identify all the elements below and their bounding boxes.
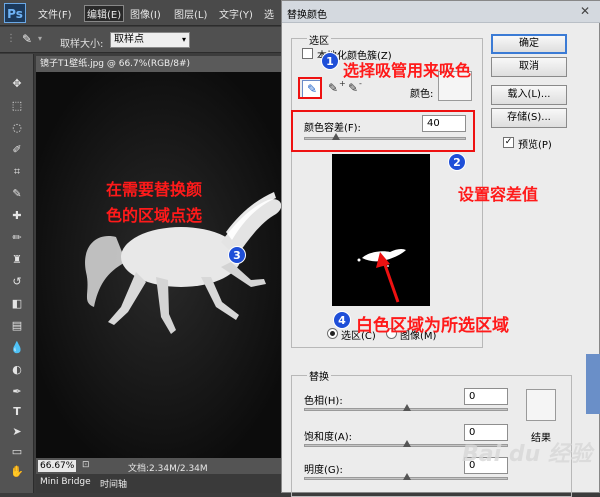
- lightness-slider-thumb[interactable]: [403, 473, 411, 480]
- menu-type[interactable]: 文字(Y): [219, 6, 253, 21]
- panel-scrollbar[interactable]: [586, 354, 600, 414]
- arrow-up-icon: [376, 252, 400, 303]
- bottom-panel-tabs: Mini Bridge 时间轴: [36, 474, 286, 493]
- color-label: 颜色:: [410, 89, 434, 100]
- tab-mini-bridge[interactable]: Mini Bridge: [40, 477, 91, 487]
- horse-image: [85, 192, 282, 334]
- menu-layer[interactable]: 图层(L): [174, 6, 207, 21]
- healing-tool-icon[interactable]: ✚: [8, 208, 26, 224]
- eyedropper-highlight-box: [298, 77, 322, 99]
- saturation-label: 饱和度(A):: [304, 432, 353, 443]
- result-swatch[interactable]: [526, 389, 556, 421]
- cancel-button[interactable]: 取消: [491, 57, 567, 77]
- history-brush-tool-icon[interactable]: ↺: [8, 274, 26, 290]
- type-tool-icon[interactable]: T: [8, 404, 26, 420]
- path-select-tool-icon[interactable]: ➤: [8, 424, 26, 440]
- hue-label: 色相(H):: [304, 396, 343, 407]
- watermark-text: Bai du 经验: [462, 442, 592, 467]
- chevron-down-icon: ▾: [181, 35, 186, 44]
- sample-size-label: 取样大小:: [60, 39, 104, 50]
- preview-checkbox[interactable]: ✓: [503, 137, 514, 148]
- step2-annotation: 设置容差值: [458, 185, 539, 204]
- grip-icon: ⋮: [6, 33, 16, 44]
- move-tool-icon[interactable]: ✥: [8, 76, 26, 92]
- radio-selected-dot: [330, 331, 335, 336]
- menu-image[interactable]: 图像(I): [130, 6, 161, 21]
- dialog-titlebar[interactable]: 替换颜色 ✕: [282, 1, 600, 23]
- close-icon[interactable]: ✕: [574, 3, 596, 20]
- marquee-tool-icon[interactable]: ⬚: [8, 98, 26, 114]
- hue-input[interactable]: 0: [464, 388, 508, 405]
- pen-tool-icon[interactable]: ✒: [8, 384, 26, 400]
- eyedropper-tool-icon[interactable]: ✎: [22, 32, 32, 46]
- brush-tool-icon[interactable]: ✏: [8, 230, 26, 246]
- menu-file[interactable]: 文件(F): [38, 6, 72, 21]
- lightness-label: 明度(G):: [304, 465, 343, 476]
- step2-badge: 2: [448, 153, 466, 171]
- localized-clusters-checkbox[interactable]: [302, 48, 313, 59]
- menu-edit[interactable]: 编辑(E): [84, 5, 125, 22]
- eyedropper-plus-icon[interactable]: ✎: [328, 81, 338, 95]
- crop-tool-icon[interactable]: ⌗: [8, 164, 26, 180]
- document-tab[interactable]: 镜子T1壁纸.jpg @ 66.7%(RGB/8#): [36, 56, 286, 72]
- image-canvas[interactable]: [36, 72, 286, 458]
- preview-label: 预览(P): [518, 140, 552, 151]
- saturation-slider-thumb[interactable]: [403, 440, 411, 447]
- lasso-tool-icon[interactable]: ◌: [8, 120, 26, 136]
- hue-slider-thumb[interactable]: [403, 404, 411, 411]
- step4-annotation: 白色区域为所选区域: [356, 316, 509, 336]
- replacement-group-label: 替换: [307, 368, 331, 383]
- selection-group-label: 选区: [307, 32, 331, 47]
- options-bar: ⋮ ✎ ▾ 取样大小: 取样点 ▾: [0, 27, 290, 53]
- blur-tool-icon[interactable]: 💧: [8, 340, 26, 356]
- dodge-tool-icon[interactable]: ◐: [8, 362, 26, 378]
- clone-stamp-tool-icon[interactable]: ♜: [8, 252, 26, 268]
- gradient-tool-icon[interactable]: ▤: [8, 318, 26, 334]
- radio-selection[interactable]: [327, 328, 338, 339]
- zoom-field[interactable]: 66.67%: [38, 460, 76, 472]
- baidu-watermark: Bai du 经验: [462, 436, 592, 480]
- tools-panel: ✥ ⬚ ◌ ✐ ⌗ ✎ ✚ ✏ ♜ ↺ ◧ ▤ 💧 ◐ ✒ T ➤ ▭ ✋: [0, 54, 34, 493]
- tab-timeline[interactable]: 时间轴: [100, 477, 127, 490]
- step3-annotation-line2: 色的区域点选: [106, 206, 203, 225]
- document-size-info: 文档:2.34M/2.34M: [128, 464, 208, 474]
- step1-badge: 1: [321, 52, 339, 70]
- quick-select-tool-icon[interactable]: ✐: [8, 142, 26, 158]
- ok-button[interactable]: 确定: [491, 34, 567, 54]
- hand-tool-icon[interactable]: ✋: [8, 464, 26, 480]
- shape-tool-icon[interactable]: ▭: [8, 444, 26, 460]
- fuzziness-highlight-box: [291, 110, 475, 152]
- sample-size-select[interactable]: 取样点 ▾: [110, 32, 190, 48]
- eyedropper-minus-icon[interactable]: ✎: [348, 81, 358, 95]
- document-title: 镜子T1壁纸.jpg @ 66.7%(RGB/8#): [40, 59, 191, 69]
- photoshop-logo: Ps: [4, 3, 26, 23]
- dialog-title: 替换颜色: [287, 10, 327, 21]
- step3-badge: 3: [228, 246, 246, 264]
- step4-badge: 4: [333, 311, 351, 329]
- eyedropper-tool-icon[interactable]: ✎: [8, 186, 26, 202]
- menu-select[interactable]: 选: [264, 6, 274, 21]
- status-options-icon[interactable]: ⊡: [82, 460, 90, 470]
- step3-annotation-line1: 在需要替换颜: [106, 180, 203, 199]
- status-bar: 66.67% ⊡ 文档:2.34M/2.34M: [36, 458, 286, 474]
- load-button[interactable]: 载入(L)...: [491, 85, 567, 105]
- chevron-down-icon[interactable]: ▾: [38, 34, 42, 43]
- save-button[interactable]: 存储(S)...: [491, 108, 567, 128]
- sample-size-value: 取样点: [114, 34, 144, 45]
- step1-annotation: 选择吸管用来吸色: [343, 61, 472, 80]
- eraser-tool-icon[interactable]: ◧: [8, 296, 26, 312]
